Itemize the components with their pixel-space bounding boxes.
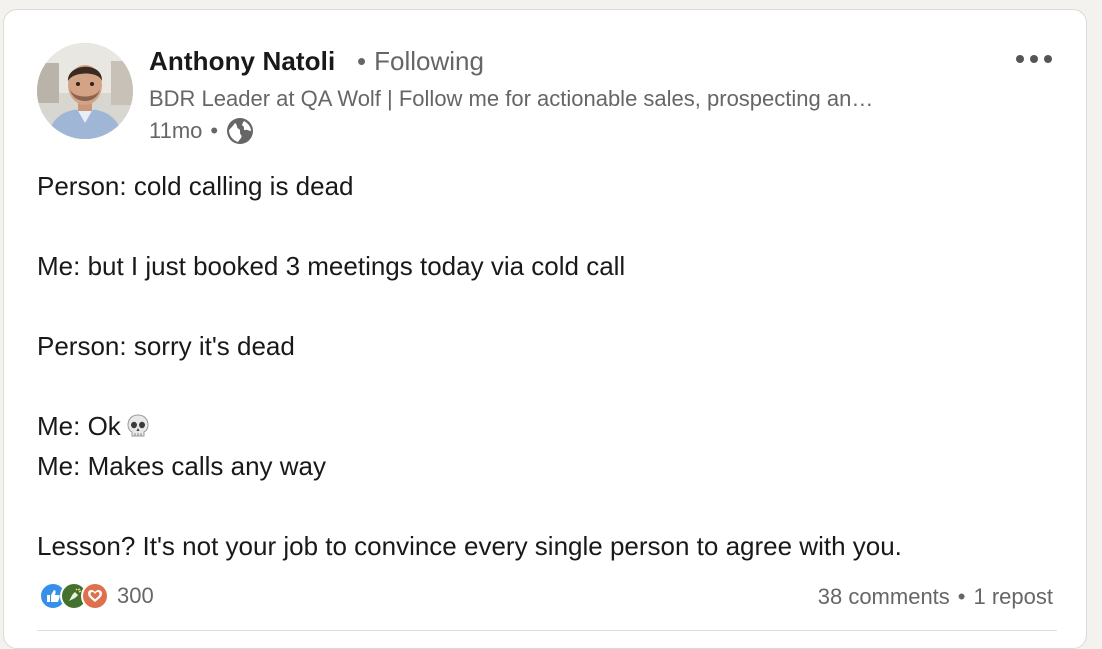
post-line: Me: Ok	[37, 411, 121, 441]
skull-emoji	[125, 410, 151, 437]
post-line: Me: but I just booked 3 meetings today v…	[37, 251, 626, 281]
post-card: Anthony Natoli • Following BDR Leader at …	[3, 9, 1087, 649]
follow-status-label: Following	[374, 46, 484, 76]
author-headline: BDR Leader at QA Wolf | Follow me for ac…	[149, 86, 874, 111]
post-line	[37, 286, 1057, 326]
post-line-with-emoji: Me: Ok	[37, 406, 1057, 446]
more-dot	[1030, 55, 1038, 63]
reaction-icons	[39, 582, 109, 610]
divider	[37, 630, 1057, 631]
post-line: Person: sorry it's dead	[37, 331, 295, 361]
reaction-count[interactable]: 300	[117, 583, 154, 609]
avatar-photo	[37, 43, 133, 139]
author-avatar[interactable]	[37, 43, 133, 139]
separator-dot: •	[210, 118, 219, 143]
follow-status: • Following	[357, 46, 484, 77]
separator-dot: •	[357, 46, 367, 76]
author-name[interactable]: Anthony Natoli	[149, 46, 335, 77]
post-meta: 11mo •	[149, 117, 254, 145]
more-dot	[1044, 55, 1052, 63]
post-time[interactable]: 11mo	[149, 118, 202, 144]
post-body: Person: cold calling is dead Me: but I j…	[37, 166, 1057, 566]
post-line: Person: cold calling is dead	[37, 171, 354, 201]
reactions-summary[interactable]: 300	[39, 582, 154, 610]
more-dot	[1016, 55, 1024, 63]
social-counts: 38 comments • 1 repost	[818, 584, 1053, 610]
globe-icon	[226, 117, 254, 145]
reposts-count-link[interactable]: 1 repost	[974, 584, 1054, 610]
post-line: Lesson? It's not your job to convince ev…	[37, 531, 902, 561]
post-line	[37, 366, 1057, 406]
post-line	[37, 206, 1057, 246]
post-line	[37, 486, 1057, 526]
love-icon	[81, 582, 109, 610]
post-line: Me: Makes calls any way	[37, 451, 326, 481]
separator-dot: •	[957, 584, 966, 609]
more-options-button[interactable]	[1008, 46, 1060, 72]
comments-count-link[interactable]: 38 comments	[818, 584, 950, 610]
